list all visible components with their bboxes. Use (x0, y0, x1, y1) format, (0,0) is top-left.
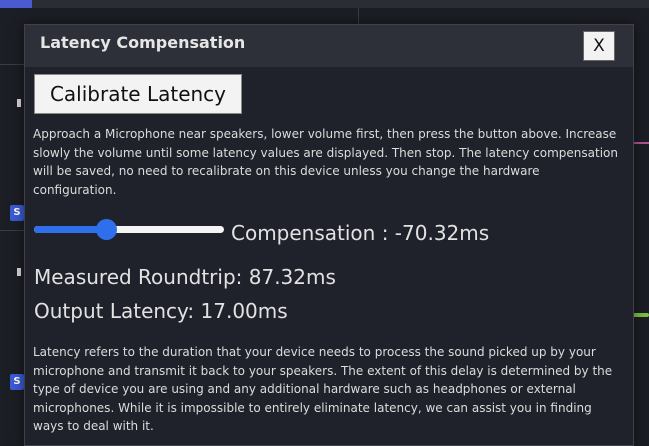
toolbar-accent (0, 0, 32, 8)
track-solo-badge[interactable]: S (10, 205, 24, 221)
track-solo-badge[interactable]: S (10, 374, 24, 390)
track-waveform (632, 142, 649, 144)
dialog-title: Latency Compensation (40, 33, 246, 52)
compensation-slider[interactable] (34, 218, 224, 242)
latency-dialog: Latency Compensation X Calibrate Latency… (24, 24, 634, 446)
track-divider (0, 230, 24, 231)
measured-roundtrip-value: Measured Roundtrip: 87.32ms (34, 265, 336, 289)
track-marker (17, 268, 21, 276)
track-divider (358, 8, 359, 24)
compensation-value: Compensation : -70.32ms (231, 221, 490, 245)
track-waveform (632, 313, 649, 317)
track-divider (0, 64, 24, 65)
close-button[interactable]: X (583, 31, 615, 61)
calibration-instructions: Approach a Microphone near speakers, low… (33, 127, 618, 197)
slider-thumb[interactable] (95, 219, 117, 240)
calibrate-latency-button[interactable]: Calibrate Latency (34, 74, 242, 114)
top-toolbar (0, 0, 649, 8)
track-marker (17, 99, 21, 107)
latency-description: Latency refers to the duration that your… (33, 345, 613, 433)
output-latency-value: Output Latency: 17.00ms (34, 299, 288, 323)
dialog-header: Latency Compensation X (25, 25, 633, 67)
